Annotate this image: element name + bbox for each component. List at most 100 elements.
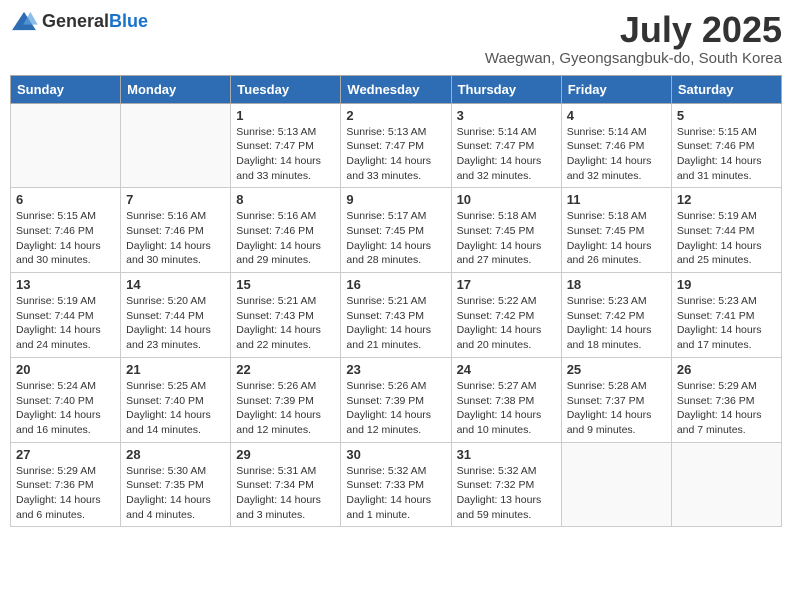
calendar-cell: 17 Sunrise: 5:22 AMSunset: 7:42 PMDayligh…	[451, 273, 561, 358]
column-header-wednesday: Wednesday	[341, 75, 451, 103]
calendar-week-row: 27Sunrise: 5:29 AMSunset: 7:36 PMDayligh…	[11, 442, 782, 527]
calendar-week-row: 20 Sunrise: 5:24 AMSunset: 7:40 PMDayligh…	[11, 357, 782, 442]
day-number: 5	[677, 108, 776, 123]
calendar-cell	[561, 442, 671, 527]
logo-general: General	[42, 11, 109, 31]
column-header-tuesday: Tuesday	[231, 75, 341, 103]
calendar-cell: 23 Sunrise: 5:26 AMSunset: 7:39 PMDayligh…	[341, 357, 451, 442]
calendar-cell: 19 Sunrise: 5:23 AMSunset: 7:41 PMDayligh…	[671, 273, 781, 358]
cell-details: Sunrise: 5:19 AMSunset: 7:44 PMDaylight:…	[677, 209, 776, 268]
calendar-week-row: 6 Sunrise: 5:15 AMSunset: 7:46 PMDaylight…	[11, 188, 782, 273]
cell-details: Sunrise: 5:15 AMSunset: 7:46 PMDaylight:…	[16, 209, 115, 268]
day-number: 13	[16, 277, 115, 292]
cell-details: Sunrise: 5:32 AMSunset: 7:32 PMDaylight:…	[457, 464, 556, 523]
cell-details: Sunrise: 5:24 AMSunset: 7:40 PMDaylight:…	[16, 379, 115, 438]
day-number: 20	[16, 362, 115, 377]
calendar-cell	[121, 103, 231, 188]
day-number: 29	[236, 447, 335, 462]
day-number: 1	[236, 108, 335, 123]
logo-blue: Blue	[109, 11, 148, 31]
month-title: July 2025	[485, 10, 782, 50]
day-number: 21	[126, 362, 225, 377]
logo: GeneralBlue	[10, 10, 148, 32]
cell-details: Sunrise: 5:14 AMSunset: 7:47 PMDaylight:…	[457, 125, 556, 184]
cell-details: Sunrise: 5:19 AMSunset: 7:44 PMDaylight:…	[16, 294, 115, 353]
day-number: 14	[126, 277, 225, 292]
day-number: 6	[16, 192, 115, 207]
cell-details: Sunrise: 5:28 AMSunset: 7:37 PMDaylight:…	[567, 379, 666, 438]
day-number: 7	[126, 192, 225, 207]
calendar-week-row: 13 Sunrise: 5:19 AMSunset: 7:44 PMDayligh…	[11, 273, 782, 358]
calendar-cell: 9 Sunrise: 5:17 AMSunset: 7:45 PMDaylight…	[341, 188, 451, 273]
cell-details: Sunrise: 5:32 AMSunset: 7:33 PMDaylight:…	[346, 464, 445, 523]
calendar-cell: 7 Sunrise: 5:16 AMSunset: 7:46 PMDaylight…	[121, 188, 231, 273]
cell-details: Sunrise: 5:30 AMSunset: 7:35 PMDaylight:…	[126, 464, 225, 523]
column-header-monday: Monday	[121, 75, 231, 103]
calendar-cell: 8 Sunrise: 5:16 AMSunset: 7:46 PMDaylight…	[231, 188, 341, 273]
day-number: 22	[236, 362, 335, 377]
calendar-cell: 4Sunrise: 5:14 AMSunset: 7:46 PMDaylight…	[561, 103, 671, 188]
calendar-cell: 12 Sunrise: 5:19 AMSunset: 7:44 PMDayligh…	[671, 188, 781, 273]
day-number: 31	[457, 447, 556, 462]
calendar-cell: 28 Sunrise: 5:30 AMSunset: 7:35 PMDayligh…	[121, 442, 231, 527]
cell-details: Sunrise: 5:22 AMSunset: 7:42 PMDaylight:…	[457, 294, 556, 353]
calendar-cell: 27Sunrise: 5:29 AMSunset: 7:36 PMDayligh…	[11, 442, 121, 527]
day-number: 3	[457, 108, 556, 123]
calendar-week-row: 1 Sunrise: 5:13 AMSunset: 7:47 PMDaylight…	[11, 103, 782, 188]
cell-details: Sunrise: 5:13 AMSunset: 7:47 PMDaylight:…	[236, 125, 335, 184]
calendar-cell: 20 Sunrise: 5:24 AMSunset: 7:40 PMDayligh…	[11, 357, 121, 442]
calendar-header-row: SundayMondayTuesdayWednesdayThursdayFrid…	[11, 75, 782, 103]
cell-details: Sunrise: 5:16 AMSunset: 7:46 PMDaylight:…	[126, 209, 225, 268]
day-number: 2	[346, 108, 445, 123]
day-number: 25	[567, 362, 666, 377]
day-number: 28	[126, 447, 225, 462]
cell-details: Sunrise: 5:26 AMSunset: 7:39 PMDaylight:…	[236, 379, 335, 438]
column-header-thursday: Thursday	[451, 75, 561, 103]
day-number: 27	[16, 447, 115, 462]
calendar-cell: 11 Sunrise: 5:18 AMSunset: 7:45 PMDayligh…	[561, 188, 671, 273]
day-number: 16	[346, 277, 445, 292]
day-number: 15	[236, 277, 335, 292]
calendar-cell: 25 Sunrise: 5:28 AMSunset: 7:37 PMDayligh…	[561, 357, 671, 442]
calendar-cell	[671, 442, 781, 527]
column-header-saturday: Saturday	[671, 75, 781, 103]
cell-details: Sunrise: 5:26 AMSunset: 7:39 PMDaylight:…	[346, 379, 445, 438]
cell-details: Sunrise: 5:23 AMSunset: 7:41 PMDaylight:…	[677, 294, 776, 353]
cell-details: Sunrise: 5:29 AMSunset: 7:36 PMDaylight:…	[677, 379, 776, 438]
cell-details: Sunrise: 5:17 AMSunset: 7:45 PMDaylight:…	[346, 209, 445, 268]
title-area: July 2025 Waegwan, Gyeongsangbuk-do, Sou…	[485, 10, 782, 67]
calendar-cell: 15 Sunrise: 5:21 AMSunset: 7:43 PMDayligh…	[231, 273, 341, 358]
page-header: GeneralBlue July 2025 Waegwan, Gyeongsan…	[10, 10, 782, 67]
day-number: 11	[567, 192, 666, 207]
day-number: 17	[457, 277, 556, 292]
calendar-cell: 16Sunrise: 5:21 AMSunset: 7:43 PMDayligh…	[341, 273, 451, 358]
cell-details: Sunrise: 5:18 AMSunset: 7:45 PMDaylight:…	[567, 209, 666, 268]
cell-details: Sunrise: 5:31 AMSunset: 7:34 PMDaylight:…	[236, 464, 335, 523]
calendar-cell: 29 Sunrise: 5:31 AMSunset: 7:34 PMDayligh…	[231, 442, 341, 527]
cell-details: Sunrise: 5:15 AMSunset: 7:46 PMDaylight:…	[677, 125, 776, 184]
cell-details: Sunrise: 5:16 AMSunset: 7:46 PMDaylight:…	[236, 209, 335, 268]
calendar-cell: 21Sunrise: 5:25 AMSunset: 7:40 PMDayligh…	[121, 357, 231, 442]
day-number: 26	[677, 362, 776, 377]
calendar-cell: 22 Sunrise: 5:26 AMSunset: 7:39 PMDayligh…	[231, 357, 341, 442]
cell-details: Sunrise: 5:20 AMSunset: 7:44 PMDaylight:…	[126, 294, 225, 353]
cell-details: Sunrise: 5:27 AMSunset: 7:38 PMDaylight:…	[457, 379, 556, 438]
day-number: 8	[236, 192, 335, 207]
calendar-cell	[11, 103, 121, 188]
cell-details: Sunrise: 5:21 AMSunset: 7:43 PMDaylight:…	[236, 294, 335, 353]
calendar-cell: 6 Sunrise: 5:15 AMSunset: 7:46 PMDaylight…	[11, 188, 121, 273]
day-number: 10	[457, 192, 556, 207]
cell-details: Sunrise: 5:18 AMSunset: 7:45 PMDaylight:…	[457, 209, 556, 268]
column-header-friday: Friday	[561, 75, 671, 103]
cell-details: Sunrise: 5:23 AMSunset: 7:42 PMDaylight:…	[567, 294, 666, 353]
day-number: 12	[677, 192, 776, 207]
calendar-cell: 24Sunrise: 5:27 AMSunset: 7:38 PMDayligh…	[451, 357, 561, 442]
logo-icon	[10, 10, 38, 32]
day-number: 23	[346, 362, 445, 377]
day-number: 4	[567, 108, 666, 123]
day-number: 9	[346, 192, 445, 207]
calendar-cell: 13 Sunrise: 5:19 AMSunset: 7:44 PMDayligh…	[11, 273, 121, 358]
day-number: 19	[677, 277, 776, 292]
calendar-cell: 10 Sunrise: 5:18 AMSunset: 7:45 PMDayligh…	[451, 188, 561, 273]
calendar-cell: 30Sunrise: 5:32 AMSunset: 7:33 PMDayligh…	[341, 442, 451, 527]
